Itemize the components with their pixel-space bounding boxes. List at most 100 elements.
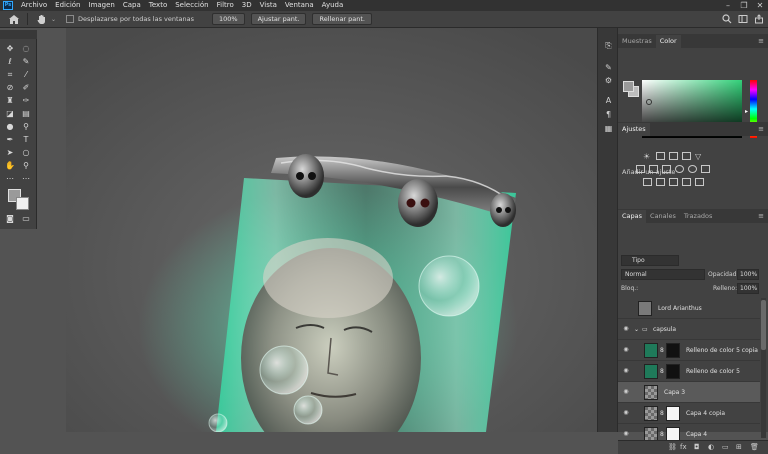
clone-stamp-icon[interactable]: ♜: [4, 95, 16, 106]
tab-paths[interactable]: Trazados: [680, 210, 717, 223]
layer-name[interactable]: Relleno de color 5: [686, 368, 740, 375]
layer-name[interactable]: capsula: [653, 326, 676, 333]
menu-seleccion[interactable]: Selección: [171, 0, 212, 11]
pen-tool-icon[interactable]: ✒: [4, 134, 16, 145]
layer-row[interactable]: Lord Arianthus: [618, 298, 760, 319]
tab-swatches[interactable]: Muestras: [618, 35, 656, 48]
workspace-icon[interactable]: [738, 14, 748, 24]
invert-icon[interactable]: [643, 178, 652, 186]
layer-row[interactable]: ◉ Capa 3: [618, 382, 760, 403]
layer-mask-thumbnail[interactable]: [666, 343, 680, 358]
layer-row[interactable]: ◉ ⌄ ▭ capsula: [618, 319, 760, 340]
threshold-icon[interactable]: [669, 178, 678, 186]
new-layer-icon[interactable]: ⊞: [736, 443, 742, 451]
fit-screen-button[interactable]: Ajustar pant.: [250, 13, 307, 25]
selective-color-icon[interactable]: [695, 178, 704, 186]
tools-panel-grip[interactable]: [0, 30, 37, 39]
share-icon[interactable]: [754, 14, 764, 24]
new-group-icon[interactable]: ▭: [722, 443, 729, 451]
background-color-swatch[interactable]: [16, 197, 29, 210]
menu-edicion[interactable]: Edición: [51, 0, 84, 11]
gradient-icon[interactable]: ▤: [20, 108, 32, 119]
lasso-tool-icon[interactable]: ℓ: [4, 56, 16, 67]
tab-layers[interactable]: Capas: [618, 210, 647, 223]
new-adjustment-icon[interactable]: ◐: [708, 443, 714, 451]
brush-settings-icon[interactable]: ✎: [603, 63, 614, 73]
layer-name[interactable]: Capa 4: [686, 431, 707, 438]
layer-name[interactable]: Capa 4 copia: [686, 410, 725, 417]
mask-link-icon[interactable]: 8: [660, 368, 664, 375]
zoom-tool-icon[interactable]: ⚲: [20, 160, 32, 171]
menu-texto[interactable]: Texto: [145, 0, 171, 11]
layer-name[interactable]: Relleno de color 5 copia: [686, 347, 758, 354]
eyedropper-icon[interactable]: ⁄: [20, 69, 32, 80]
layer-mask-thumbnail[interactable]: [666, 406, 680, 421]
document-canvas[interactable]: [66, 28, 603, 432]
menu-capa[interactable]: Capa: [119, 0, 145, 11]
panel-menu-icon[interactable]: ≡: [758, 125, 764, 133]
visibility-eye-icon[interactable]: ◉: [622, 325, 630, 333]
color-lookup-icon[interactable]: [701, 165, 710, 173]
tab-adjustments[interactable]: Ajustes: [618, 123, 650, 136]
visibility-eye-icon[interactable]: [622, 304, 630, 312]
layer-filter-select[interactable]: Tipo: [621, 255, 679, 266]
search-icon[interactable]: [722, 14, 732, 24]
foreground-color-chip[interactable]: [623, 81, 634, 92]
opacity-input[interactable]: 100%: [737, 269, 759, 280]
mask-link-icon[interactable]: 8: [660, 431, 664, 438]
screen-mode-icon[interactable]: ▭: [20, 213, 32, 224]
curves-icon[interactable]: [669, 152, 678, 160]
healing-brush-icon[interactable]: ⊘: [4, 82, 16, 93]
zoom-100-button[interactable]: 100%: [212, 13, 245, 25]
panel-menu-icon[interactable]: ≡: [758, 212, 764, 220]
layer-row[interactable]: ◉ 8 Capa 4 copia: [618, 403, 760, 424]
libraries-icon[interactable]: ▦: [603, 124, 614, 134]
layer-mask-thumbnail[interactable]: [666, 364, 680, 379]
menu-archivo[interactable]: Archivo: [17, 0, 51, 11]
visibility-eye-icon[interactable]: ◉: [622, 409, 630, 417]
brightness-icon[interactable]: ☀: [643, 152, 652, 161]
marquee-tool-icon[interactable]: ◌: [20, 43, 32, 54]
chevron-down-icon[interactable]: ⌄: [51, 16, 56, 23]
close-icon[interactable]: ✕: [752, 0, 768, 11]
layers-scrollbar[interactable]: [761, 298, 766, 438]
menu-filtro[interactable]: Filtro: [213, 0, 238, 11]
menu-ayuda[interactable]: Ayuda: [318, 0, 348, 11]
delete-layer-icon[interactable]: 🗑: [750, 443, 759, 451]
home-icon[interactable]: [7, 14, 21, 25]
history-brush-icon[interactable]: ✑: [20, 95, 32, 106]
layer-name[interactable]: Capa 3: [664, 389, 685, 396]
quick-mask-icon[interactable]: ◙: [4, 213, 16, 224]
menu-imagen[interactable]: Imagen: [85, 0, 119, 11]
posterize-icon[interactable]: [656, 178, 665, 186]
scroll-all-windows-checkbox[interactable]: [66, 15, 75, 23]
eraser-icon[interactable]: ◪: [4, 108, 16, 119]
blur-tool-icon[interactable]: ●: [4, 121, 16, 132]
mask-link-icon[interactable]: 8: [660, 347, 664, 354]
visibility-eye-icon[interactable]: ◉: [622, 388, 630, 396]
visibility-eye-icon[interactable]: ◉: [622, 346, 630, 354]
add-mask-icon[interactable]: ◘: [694, 443, 700, 451]
move-tool-icon[interactable]: ✥: [4, 43, 16, 54]
menu-vista[interactable]: Vista: [256, 0, 281, 11]
fill-input[interactable]: 100%: [737, 283, 759, 294]
history-icon[interactable]: ⎘: [603, 41, 614, 51]
crop-tool-icon[interactable]: ⌗: [4, 69, 16, 80]
gradient-map-icon[interactable]: [682, 178, 691, 186]
levels-icon[interactable]: [656, 152, 665, 160]
layer-style-icon[interactable]: fx: [680, 443, 687, 451]
scrollbar-thumb[interactable]: [761, 300, 766, 350]
mask-link-icon[interactable]: 8: [660, 410, 664, 417]
visibility-eye-icon[interactable]: ◉: [622, 367, 630, 375]
hue-saturation-icon[interactable]: [636, 165, 645, 173]
type-tool-icon[interactable]: T: [20, 134, 32, 145]
black-white-icon[interactable]: [662, 165, 671, 173]
paragraph-icon[interactable]: ¶: [603, 110, 614, 120]
properties-icon[interactable]: ⚙: [603, 76, 614, 86]
menu-3d[interactable]: 3D: [238, 0, 256, 11]
menu-ventana[interactable]: Ventana: [281, 0, 318, 11]
more-tools-icon[interactable]: ⋯: [20, 173, 32, 184]
edit-toolbar-icon[interactable]: ⋯: [4, 173, 16, 184]
path-selection-icon[interactable]: ➤: [4, 147, 16, 158]
layer-row[interactable]: ◉ 8 Relleno de color 5 copia: [618, 340, 760, 361]
